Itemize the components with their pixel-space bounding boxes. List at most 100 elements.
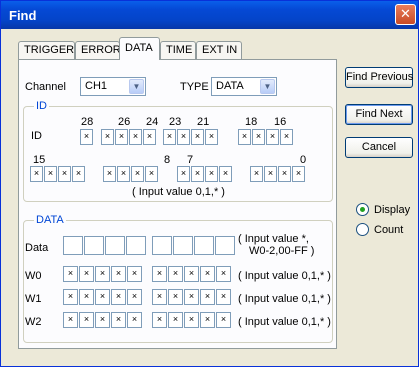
channel-label: Channel [25,81,66,93]
data-byte-input[interactable] [215,236,235,255]
bit-input[interactable]: × [79,266,94,282]
count-radio[interactable]: Count [356,223,403,236]
data-byte-input[interactable] [63,236,83,255]
w2-label: W2 [25,316,42,328]
window-title: Find [9,8,37,23]
bit-input[interactable]: × [115,129,128,145]
bit-input[interactable]: × [216,289,231,305]
bit-input[interactable]: × [145,166,158,182]
bit-input[interactable]: × [79,289,94,305]
bit-input[interactable]: × [63,289,78,305]
bit-input[interactable]: × [80,129,93,145]
tab-data[interactable]: DATA [119,37,160,60]
id-hint: ( Input value 0,1,* ) [132,186,225,198]
bit-input[interactable]: × [184,266,199,282]
bit-input[interactable]: × [264,166,277,182]
bit-input[interactable]: × [191,129,204,145]
bit-input[interactable]: × [252,129,265,145]
bit-input[interactable]: × [163,129,176,145]
bit-input[interactable]: × [184,289,199,305]
bit-input[interactable]: × [266,129,279,145]
bit-input[interactable]: × [127,289,142,305]
bit-input[interactable]: × [95,266,110,282]
cancel-button[interactable]: Cancel [345,137,413,158]
bit-input[interactable]: × [168,289,183,305]
radio-unchecked-icon [356,223,369,236]
data-byte-input[interactable] [173,236,193,255]
data-byte-input[interactable] [126,236,146,255]
title-bar: Find ✕ [1,1,418,29]
data-byte-input[interactable] [84,236,104,255]
close-button[interactable]: ✕ [395,4,416,25]
bit-input[interactable]: × [168,266,183,282]
data-tab-panel: Channel CH1 ▼ TYPE DATA ▼ ID 28 26 24 23… [18,59,337,349]
bit-input[interactable]: × [168,312,183,328]
bit-input[interactable]: × [79,312,94,328]
channel-value: CH1 [85,80,108,92]
bit-input[interactable]: × [44,166,57,182]
bit-input[interactable]: × [200,289,215,305]
find-previous-button[interactable]: Find Previous [345,67,413,88]
bit-number-16: 16 [274,116,287,128]
w2-bits-left: × × × × × [63,312,143,328]
id-bits-7-4: × × × × [177,166,233,182]
bit-input[interactable]: × [127,266,142,282]
bit-input[interactable]: × [95,312,110,328]
bit-input[interactable]: × [177,166,190,182]
bit-number-24: 24 [146,116,159,128]
bit-input[interactable]: × [117,166,130,182]
data-byte-input[interactable] [152,236,172,255]
bit-input[interactable]: × [250,166,263,182]
bit-input[interactable]: × [143,129,156,145]
bit-input[interactable]: × [152,266,167,282]
bit-input[interactable]: × [72,166,85,182]
find-next-button[interactable]: Find Next [345,104,413,125]
bit-input[interactable]: × [129,129,142,145]
tab-trigger[interactable]: TRIGGER [18,41,75,59]
type-select[interactable]: DATA ▼ [211,77,277,96]
bit-input[interactable]: × [177,129,190,145]
find-dialog: Find ✕ TRIGGER ERROR DATA TIME EXT IN Ch… [0,0,419,367]
bit-input[interactable]: × [95,289,110,305]
bit-input[interactable]: × [191,166,204,182]
bit-input[interactable]: × [184,312,199,328]
tab-time[interactable]: TIME [160,41,196,59]
bit-input[interactable]: × [63,312,78,328]
bit-input[interactable]: × [103,166,116,182]
bit-input[interactable]: × [200,312,215,328]
data-byte-input[interactable] [194,236,214,255]
bit-input[interactable]: × [216,312,231,328]
data-hint-line-1: ( Input value *, [238,233,309,245]
bit-input[interactable]: × [205,129,218,145]
bit-input[interactable]: × [101,129,114,145]
bit-input[interactable]: × [127,312,142,328]
bit-number-21: 21 [197,116,210,128]
bit-input[interactable]: × [111,266,126,282]
type-label: TYPE [180,81,209,93]
data-byte-input[interactable] [105,236,125,255]
bit-input[interactable]: × [280,129,293,145]
tab-ext-in[interactable]: EXT IN [196,41,242,59]
bit-input[interactable]: × [205,166,218,182]
bit-input[interactable]: × [111,289,126,305]
bit-input[interactable]: × [278,166,291,182]
id-bits-15-12: × × × × [30,166,86,182]
w1-hint: ( Input value 0,1,* ) [238,293,331,305]
bit-input[interactable]: × [152,312,167,328]
bit-input[interactable]: × [30,166,43,182]
tab-error[interactable]: ERROR [75,41,121,59]
bit-input[interactable]: × [58,166,71,182]
bit-input[interactable]: × [152,289,167,305]
channel-select[interactable]: CH1 ▼ [80,77,146,96]
display-radio[interactable]: Display [356,203,410,216]
w2-hint: ( Input value 0,1,* ) [238,316,331,328]
bit-input[interactable]: × [219,166,232,182]
bit-input[interactable]: × [131,166,144,182]
bit-input[interactable]: × [63,266,78,282]
bit-input[interactable]: × [200,266,215,282]
bit-input[interactable]: × [238,129,251,145]
bit-input[interactable]: × [216,266,231,282]
bit-input[interactable]: × [111,312,126,328]
count-radio-label: Count [374,223,404,236]
bit-input[interactable]: × [292,166,305,182]
